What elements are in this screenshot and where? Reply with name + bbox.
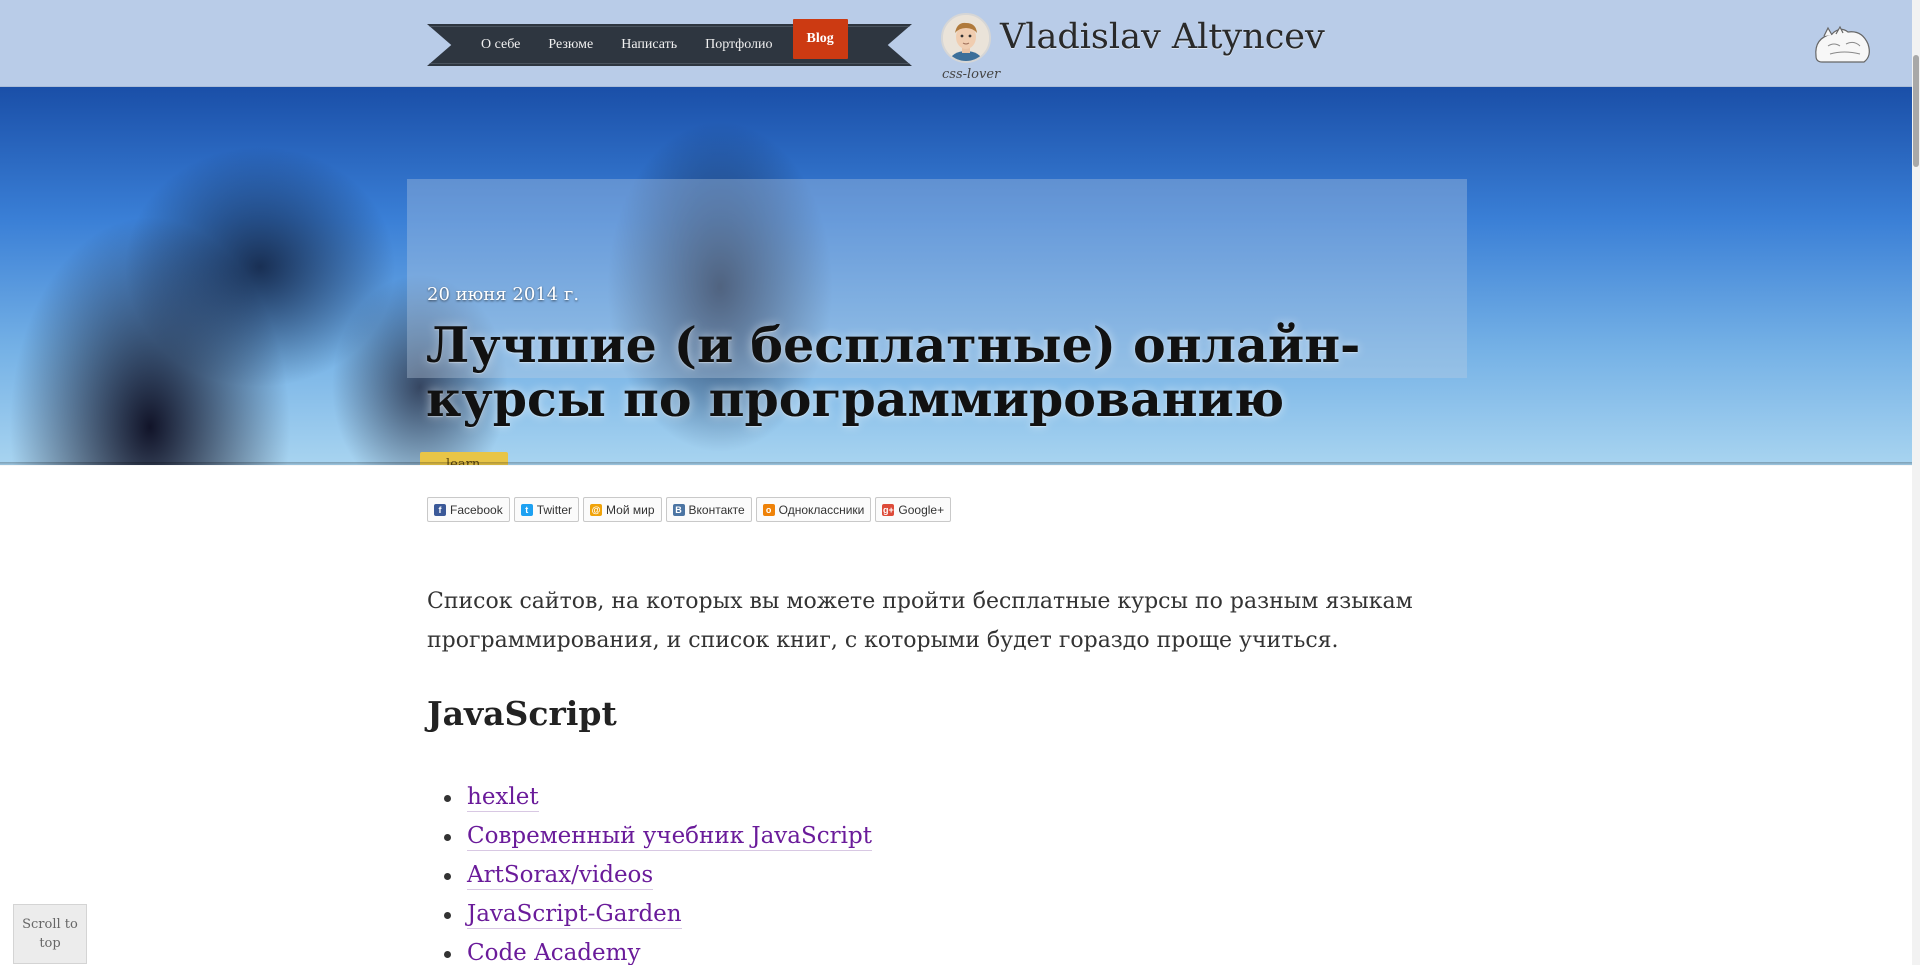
main-nav: О себе Резюме Написать Портфолио Blog bbox=[427, 19, 912, 66]
cat-logo-icon[interactable] bbox=[1810, 22, 1874, 70]
post-intro: Список сайтов, на которых вы можете прой… bbox=[427, 589, 1413, 653]
googleplus-icon: g+ bbox=[882, 503, 895, 516]
share-odnoklassniki-button[interactable]: о Одноклассники bbox=[755, 497, 872, 522]
share-label: Мой мир bbox=[606, 502, 655, 517]
odnoklassniki-icon: о bbox=[762, 503, 775, 516]
vk-icon: В bbox=[672, 503, 685, 516]
resource-link[interactable]: hexlet bbox=[467, 784, 539, 812]
share-facebook-button[interactable]: f Facebook bbox=[427, 497, 510, 522]
resource-link[interactable]: Современный учебник JavaScript bbox=[467, 823, 872, 851]
resource-list: hexlet Современный учебник JavaScript Ar… bbox=[444, 778, 872, 965]
facebook-icon: f bbox=[434, 503, 446, 516]
nav-item-contact[interactable]: Написать bbox=[607, 24, 691, 66]
nav-items: О себе Резюме Написать Портфолио Blog bbox=[467, 19, 848, 66]
scrollbar-thumb[interactable] bbox=[1913, 55, 1919, 167]
post-date: 20 июня 2014 г. bbox=[427, 284, 580, 305]
share-label: Google+ bbox=[898, 502, 945, 517]
site-header: О себе Резюме Написать Портфолио Blog Vl… bbox=[0, 0, 1920, 87]
share-label: Facebook bbox=[450, 502, 503, 517]
list-item: hexlet bbox=[444, 778, 872, 817]
list-item: Современный учебник JavaScript bbox=[444, 817, 872, 856]
resource-link[interactable]: JavaScript-Garden bbox=[467, 901, 682, 929]
hero-bottom-shadow bbox=[0, 462, 1920, 466]
twitter-icon: t bbox=[520, 503, 533, 516]
share-buttons: f Facebook t Twitter @ Мой мир В Вконтак… bbox=[427, 497, 952, 522]
brand-title: Vladislav Altyncev bbox=[1000, 17, 1325, 57]
share-label: Twitter bbox=[536, 502, 573, 517]
list-item: JavaScript-Garden bbox=[444, 895, 872, 934]
avatar bbox=[941, 13, 991, 63]
share-label: Вконтакте bbox=[688, 502, 745, 517]
nav-item-portfolio[interactable]: Портфолио bbox=[691, 24, 786, 66]
brand-subtitle: css-lover bbox=[942, 67, 1001, 82]
share-googleplus-button[interactable]: g+ Google+ bbox=[875, 497, 952, 522]
avatar-icon bbox=[943, 15, 989, 61]
section-heading: JavaScript bbox=[427, 694, 617, 733]
resource-link[interactable]: Code Academy bbox=[467, 940, 641, 965]
list-item: ArtSorax/videos bbox=[444, 856, 872, 895]
share-label: Одноклассники bbox=[778, 502, 865, 517]
share-twitter-button[interactable]: t Twitter bbox=[513, 497, 580, 522]
share-mymir-button[interactable]: @ Мой мир bbox=[583, 497, 662, 522]
mymir-icon: @ bbox=[590, 503, 603, 516]
nav-item-about[interactable]: О себе bbox=[467, 24, 534, 66]
post-title: Лучшие (и бесплатные) онлайн-курсы по пр… bbox=[426, 316, 1361, 428]
scroll-to-top-button[interactable]: Scroll to top bbox=[13, 904, 87, 964]
share-vk-button[interactable]: В Вконтакте bbox=[665, 497, 752, 522]
resource-link[interactable]: ArtSorax/videos bbox=[467, 862, 654, 890]
nav-item-resume[interactable]: Резюме bbox=[534, 24, 607, 66]
list-item: Code Academy bbox=[444, 934, 872, 965]
page-scrollbar[interactable] bbox=[1912, 0, 1920, 965]
nav-item-blog[interactable]: Blog bbox=[792, 19, 848, 59]
